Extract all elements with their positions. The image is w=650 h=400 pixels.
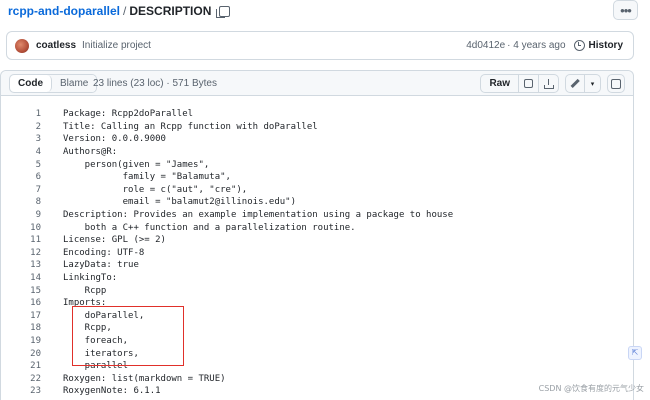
view-mode-toggle: Code Blame: [9, 74, 98, 93]
line-content: email = "balamut2@illinois.edu"): [63, 197, 296, 208]
line-number[interactable]: 9: [1, 210, 41, 220]
code-line: 12 Encoding: UTF-8: [1, 247, 633, 260]
file-name: DESCRIPTION: [129, 4, 212, 18]
line-number[interactable]: 15: [1, 286, 41, 296]
line-content: Version: 0.0.0.9000: [63, 134, 166, 145]
edit-button[interactable]: [565, 74, 585, 93]
commit-sha[interactable]: 4d0412e: [466, 40, 505, 51]
code-line: 3 Version: 0.0.0.9000: [1, 133, 633, 146]
line-content: RoxygenNote: 6.1.1: [63, 386, 161, 397]
code-line: 5 person(given = "James",: [1, 158, 633, 171]
code-line: 15 Rcpp: [1, 284, 633, 297]
symbols-panel-button[interactable]: [607, 74, 625, 93]
commit-author[interactable]: coatless: [36, 40, 76, 51]
pencil-icon: [570, 79, 580, 88]
line-content: both a C++ function and a parallelizatio…: [63, 222, 356, 233]
watermark: CSDN @饮食有度的元气少女: [538, 384, 644, 393]
file-header: Code Blame 23 lines (23 loc) · 571 Bytes…: [1, 71, 633, 96]
file-toolbar: Raw ▾: [480, 74, 625, 93]
line-number[interactable]: 14: [1, 273, 41, 283]
line-content: License: GPL (>= 2): [63, 235, 166, 246]
line-number[interactable]: 21: [1, 361, 41, 371]
tab-code[interactable]: Code: [10, 75, 52, 92]
line-content: Package: Rcpp2doParallel: [63, 109, 194, 120]
symbols-icon: [611, 78, 621, 89]
more-options-button[interactable]: •••: [613, 0, 638, 20]
download-icon: [543, 78, 554, 89]
breadcrumb: rcpp-and-doparallel / DESCRIPTION: [8, 3, 231, 19]
line-number[interactable]: 13: [1, 260, 41, 270]
highlight-annotation: [72, 306, 184, 366]
edit-dropdown-button[interactable]: ▾: [585, 74, 601, 93]
code-line: 9 Description: Provides an example implem…: [1, 209, 633, 222]
code-line: 11 License: GPL (>= 2): [1, 234, 633, 247]
line-content: Rcpp: [63, 285, 107, 296]
line-number[interactable]: 2: [1, 122, 41, 132]
line-number[interactable]: 6: [1, 172, 41, 182]
commit-time: · 4 years ago: [507, 40, 566, 51]
line-content: Roxygen: list(markdown = TRUE): [63, 373, 226, 384]
line-number[interactable]: 17: [1, 311, 41, 321]
line-number[interactable]: 23: [1, 386, 41, 396]
code-line: 4 Authors@R:: [1, 146, 633, 159]
line-number[interactable]: 7: [1, 185, 41, 195]
line-number[interactable]: 20: [1, 349, 41, 359]
line-number[interactable]: 5: [1, 160, 41, 170]
download-button[interactable]: [539, 74, 559, 93]
commit-meta: 4d0412e · 4 years ago History: [466, 40, 623, 51]
tab-blame[interactable]: Blame: [52, 75, 97, 92]
file-stats: 23 lines (23 loc) · 571 Bytes: [93, 78, 217, 89]
line-number[interactable]: 19: [1, 336, 41, 346]
copy-path-icon[interactable]: [216, 5, 231, 18]
history-icon: [573, 40, 585, 51]
line-content: LinkingTo:: [63, 273, 118, 284]
code-line: 13 LazyData: true: [1, 259, 633, 272]
line-content: Encoding: UTF-8: [63, 247, 145, 258]
code-line: 10 both a C++ function and a paralleliza…: [1, 221, 633, 234]
line-number[interactable]: 18: [1, 323, 41, 333]
line-content: family = "Balamuta",: [63, 172, 231, 183]
line-content: Title: Calling an Rcpp function with doP…: [63, 121, 318, 132]
line-content: LazyData: true: [63, 260, 139, 271]
line-number[interactable]: 4: [1, 147, 41, 157]
code-line: 14 LinkingTo:: [1, 272, 633, 285]
raw-button[interactable]: Raw: [480, 74, 519, 93]
code-line: 6 family = "Balamuta",: [1, 171, 633, 184]
side-widget-icon[interactable]: ⇱: [628, 346, 642, 360]
history-button[interactable]: History: [573, 40, 623, 51]
line-number[interactable]: 8: [1, 197, 41, 207]
edit-group: ▾: [565, 74, 601, 93]
line-content: role = c("aut", "cre"),: [63, 184, 248, 195]
breadcrumb-separator: /: [123, 4, 127, 18]
line-number[interactable]: 1: [1, 109, 41, 119]
commit-message[interactable]: Initialize project: [82, 40, 151, 51]
history-label: History: [588, 40, 623, 51]
line-number[interactable]: 22: [1, 374, 41, 384]
code-line: 7 role = c("aut", "cre"),: [1, 184, 633, 197]
line-content: person(given = "James",: [63, 159, 210, 170]
line-number[interactable]: 16: [1, 298, 41, 308]
copy-raw-button[interactable]: [519, 74, 539, 93]
line-number[interactable]: 12: [1, 248, 41, 258]
line-content: Description: Provides an example impleme…: [63, 210, 454, 221]
line-number[interactable]: 10: [1, 223, 41, 233]
latest-commit-bar: coatless Initialize project 4d0412e · 4 …: [6, 31, 634, 60]
code-line: 1 Package: Rcpp2doParallel: [1, 108, 633, 121]
avatar[interactable]: [15, 38, 29, 53]
code-line: 2 Title: Calling an Rcpp function with do…: [1, 121, 633, 134]
code-line: 8 email = "balamut2@illinois.edu"): [1, 196, 633, 209]
line-number[interactable]: 11: [1, 235, 41, 245]
repo-link[interactable]: rcpp-and-doparallel: [8, 4, 120, 18]
copy-icon: [524, 79, 533, 88]
line-content: Authors@R:: [63, 147, 118, 158]
line-number[interactable]: 3: [1, 134, 41, 144]
